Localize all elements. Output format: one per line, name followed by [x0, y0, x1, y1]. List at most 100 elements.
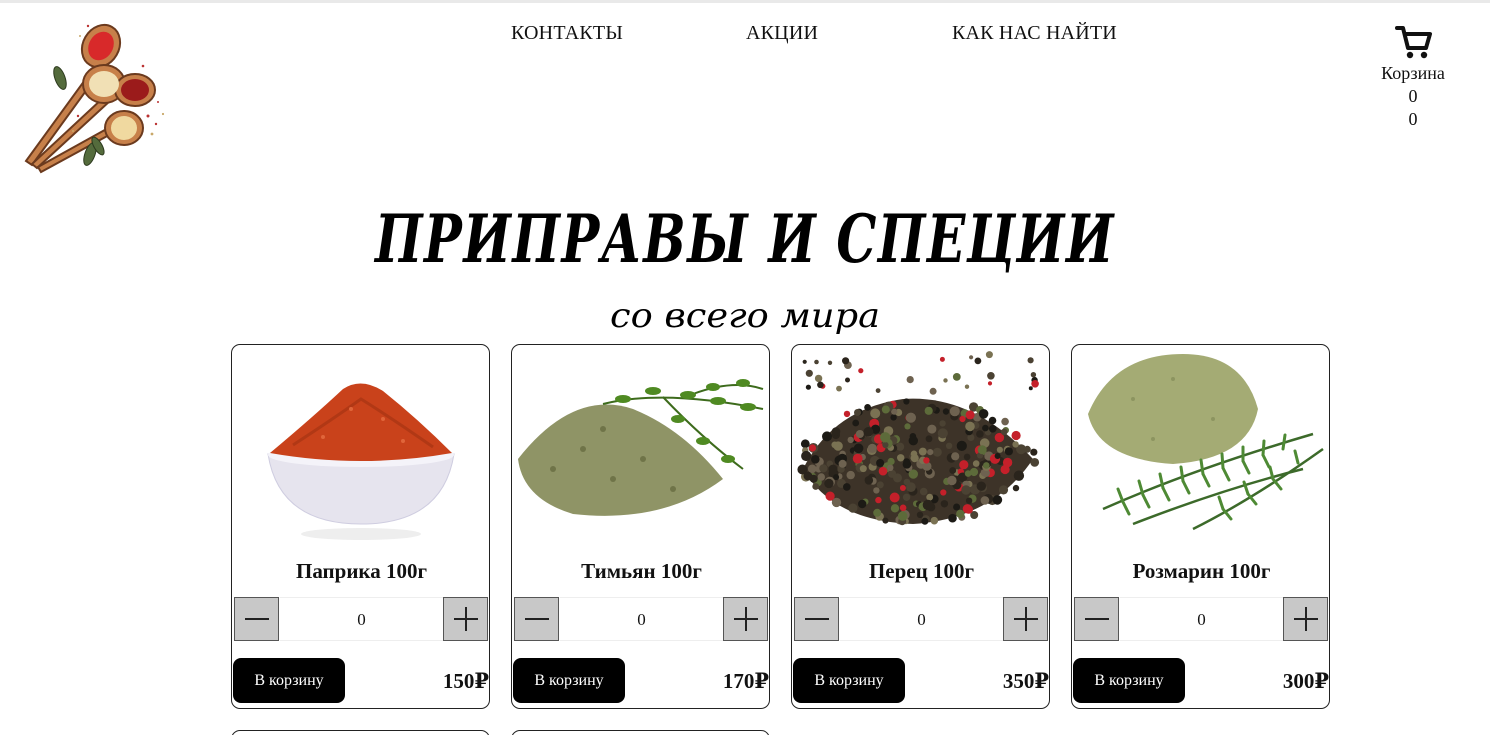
minus-icon: [804, 618, 829, 620]
peppercorn: [988, 416, 997, 425]
peppercorn: [846, 470, 855, 480]
peppercorn: [961, 485, 971, 495]
peppercorn: [801, 450, 812, 462]
nav-promotions-link[interactable]: АКЦИИ: [746, 22, 818, 45]
peppercorn: [870, 408, 881, 419]
cart-count: 0: [1408, 86, 1418, 106]
rosemary-image[interactable]: [1073, 349, 1329, 549]
peppercorn: [942, 408, 950, 415]
peppercorn: [910, 454, 919, 463]
peppercorn: [890, 504, 900, 513]
add-to-cart-button[interactable]: В корзину: [233, 658, 345, 703]
product-price: 350₽: [1002, 669, 1049, 693]
peppercorn: [852, 453, 863, 464]
peppercorn: [948, 513, 957, 523]
quantity-stepper: 0: [1073, 596, 1329, 642]
peppercorn: [889, 492, 900, 503]
paprika-image[interactable]: [233, 349, 489, 549]
quantity-stepper: 0: [513, 596, 769, 642]
peppercorn: [956, 509, 965, 519]
decrement-button[interactable]: [234, 597, 279, 641]
peppercorn: [803, 471, 813, 481]
peppercorn: [875, 496, 882, 504]
hero-title-glyphs: ПРИПРАВЫ И СПЕЦИИ: [373, 200, 1115, 278]
peppercorn: [811, 455, 820, 464]
peppercorn: [908, 436, 918, 446]
add-to-cart-button[interactable]: В корзину: [513, 658, 625, 703]
peppercorn: [858, 499, 867, 509]
cart-icon[interactable]: [1393, 22, 1433, 62]
peppercorn: [852, 419, 860, 427]
product-card: Розмарин 100г 0 В корзину 300₽: [1071, 344, 1330, 709]
peppercorn: [887, 464, 894, 471]
increment-button[interactable]: [1003, 597, 1048, 641]
product-name: Паприка 100г: [295, 559, 427, 583]
quantity-value[interactable]: 0: [560, 597, 723, 641]
peppercorn: [893, 473, 902, 483]
product-card: Перец 100г 0 В корзину 350₽: [791, 344, 1050, 709]
increment-button[interactable]: [443, 597, 488, 641]
increment-button[interactable]: [723, 597, 768, 641]
add-to-cart-button[interactable]: В корзину: [793, 658, 905, 703]
peppercorn: [927, 424, 937, 434]
product-price: 150₽: [442, 669, 489, 693]
peppercorn: [1030, 458, 1040, 467]
peppercorn: [805, 369, 813, 377]
peppercorn: [939, 356, 945, 362]
increment-button[interactable]: [1283, 597, 1328, 641]
peppercorn: [906, 482, 916, 492]
quantity-value[interactable]: 0: [840, 597, 1003, 641]
peppercorn: [817, 473, 825, 481]
peppercorn: [843, 483, 851, 491]
peppercorn: [899, 504, 907, 512]
peppercorn: [897, 454, 905, 462]
peppercorn: [881, 405, 890, 414]
peppercorn: [965, 410, 975, 420]
peppercorn: [923, 457, 930, 464]
minus-icon: [524, 618, 549, 620]
product-name: Перец 100г: [868, 559, 975, 583]
add-to-cart-button[interactable]: В корзину: [1073, 658, 1185, 703]
peppercorn: [867, 443, 877, 453]
peppercorn: [1013, 470, 1025, 481]
quantity-value[interactable]: 0: [1120, 597, 1283, 641]
peppercorn: [814, 374, 823, 383]
peppercorn: [903, 398, 910, 405]
peppercorn: [998, 485, 1009, 495]
peppercorn: [964, 384, 970, 389]
peppercorn: [880, 432, 891, 443]
peppercorn: [937, 428, 948, 439]
decrement-button[interactable]: [1074, 597, 1119, 641]
peppercorn: [965, 497, 973, 504]
quantity-value[interactable]: 0: [280, 597, 443, 641]
peppercorn: [925, 435, 933, 443]
peppercorn: [989, 425, 997, 433]
cart-widget[interactable]: Корзина 0 0: [1372, 22, 1454, 131]
peppercorn: [932, 447, 942, 457]
peppercorn: [842, 357, 850, 365]
peppercorn: [965, 421, 975, 432]
peppercorn: [992, 495, 1003, 505]
plus-icon: [453, 607, 478, 631]
plus-icon: [1293, 607, 1318, 631]
peppercorn: [882, 517, 889, 524]
product-card: Тимьян 100г 0 В корзину 170₽: [511, 344, 770, 709]
nav-contacts-link[interactable]: КОНТАКТЫ: [511, 22, 623, 45]
thyme-image[interactable]: [513, 349, 769, 549]
peppercorn: [916, 511, 924, 518]
pepper-image[interactable]: [793, 349, 1049, 549]
peppercorn: [819, 464, 828, 473]
peppercorn: [947, 475, 957, 486]
peppercorn: [976, 430, 984, 438]
peppercorn: [876, 459, 885, 467]
peppercorn: [824, 478, 834, 489]
nav-find-us-link[interactable]: КАК НАС НАЙТИ: [952, 22, 1117, 45]
minus-icon: [244, 618, 269, 620]
product-name: Розмарин 100г: [1132, 559, 1271, 583]
peppercorn: [859, 465, 867, 473]
decrement-button[interactable]: [514, 597, 559, 641]
quantity-stepper: 0: [793, 596, 1049, 642]
peppercorn: [838, 459, 847, 468]
product-price: 170₽: [722, 669, 769, 693]
decrement-button[interactable]: [794, 597, 839, 641]
